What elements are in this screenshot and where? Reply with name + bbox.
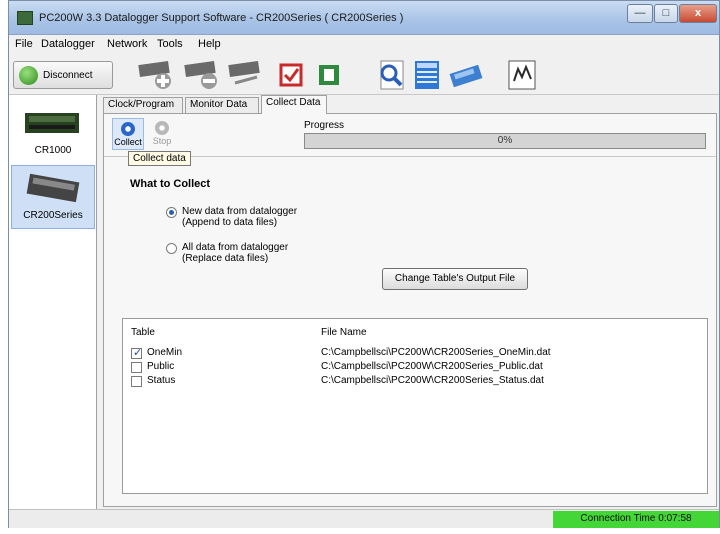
option-new-data-label: New data from datalogger — [182, 206, 298, 217]
menu-datalogger[interactable]: Datalogger — [41, 38, 95, 50]
what-to-collect-heading: What to Collect — [130, 178, 211, 190]
filename-header: File Name — [321, 327, 367, 338]
card-convert-icon[interactable] — [447, 59, 487, 91]
delete-datalogger-icon[interactable] — [183, 59, 223, 91]
collect-data-panel: Collect Stop Collect data Progress 0% Wh… — [103, 113, 717, 507]
split-report-icon[interactable] — [411, 59, 443, 91]
table-filename: C:\Campbellsci\PC200W\CR200Series_Status… — [321, 375, 544, 386]
disconnect-label: Disconnect — [43, 70, 93, 81]
table-checkbox[interactable] — [131, 346, 142, 359]
menu-bar: File Datalogger Network Tools Help — [9, 35, 719, 55]
table-filename: C:\Campbellsci\PC200W\CR200Series_OneMin… — [321, 347, 551, 358]
table-row[interactable]: Public C:\Campbellsci\PC200W\CR200Series… — [123, 361, 707, 375]
stop-label: Stop — [152, 136, 172, 146]
edit-datalogger-icon[interactable] — [227, 59, 267, 91]
window-title: PC200W 3.3 Datalogger Support Software -… — [39, 12, 404, 24]
disconnect-button[interactable]: Disconnect — [13, 61, 113, 89]
menu-help[interactable]: Help — [198, 38, 221, 50]
option-new-data-sublabel: (Append to data files) — [182, 217, 278, 228]
divider — [104, 156, 716, 157]
change-output-file-button[interactable]: Change Table's Output File — [382, 268, 528, 290]
station-label: CR200Series — [23, 210, 83, 221]
option-all-data-label: All data from datalogger — [182, 242, 289, 253]
table-filename: C:\Campbellsci\PC200W\CR200Series_Public… — [321, 361, 543, 372]
toolbar: Disconnect — [9, 55, 719, 95]
collect-label: Collect — [114, 137, 142, 147]
progress-label: Progress — [304, 120, 345, 131]
radio-new-data[interactable] — [166, 207, 177, 218]
datalogger-cr1000-icon — [25, 113, 79, 133]
progress-percent: 0% — [497, 135, 513, 146]
table-row[interactable]: OneMin C:\Campbellsci\PC200W\CR200Series… — [123, 346, 707, 361]
collect-button[interactable]: Collect — [112, 118, 144, 150]
add-datalogger-icon[interactable] — [137, 59, 177, 91]
collect-icon — [121, 122, 135, 136]
connection-time: Connection Time 0:07:58 — [553, 511, 719, 528]
checklist-icon[interactable] — [277, 59, 307, 91]
maximize-button[interactable]: □ — [654, 4, 678, 23]
radio-all-data[interactable] — [166, 243, 177, 254]
app-icon — [17, 11, 33, 25]
option-all-data-sublabel: (Replace data files) — [182, 253, 269, 264]
table-name: Public — [147, 361, 175, 372]
table-checkbox[interactable] — [131, 362, 142, 373]
datalogger-cr200-icon — [26, 173, 80, 202]
menu-network[interactable]: Network — [107, 38, 147, 50]
tab-collect-data[interactable]: Collect Data — [261, 95, 327, 114]
minimize-button[interactable]: — — [627, 4, 653, 23]
stop-button[interactable]: Stop — [146, 118, 178, 150]
view-data-icon[interactable] — [375, 59, 409, 91]
tab-clock-program[interactable]: Clock/Program — [103, 97, 183, 113]
stop-icon — [155, 121, 169, 135]
tables-list: Table File Name OneMin C:\Campbellsci\PC… — [122, 318, 708, 494]
app-window: PC200W 3.3 Datalogger Support Software -… — [8, 0, 720, 528]
short-cut-icon[interactable] — [505, 59, 539, 91]
station-list: CR1000 CR200Series — [9, 95, 97, 509]
menu-tools[interactable]: Tools — [157, 38, 183, 50]
tab-monitor-data[interactable]: Monitor Data — [185, 97, 259, 113]
table-row[interactable]: Status C:\Campbellsci\PC200W\CR200Series… — [123, 375, 707, 389]
table-name: OneMin — [147, 347, 183, 358]
table-checkbox[interactable] — [131, 376, 142, 387]
station-cr1000[interactable]: CR1000 — [11, 101, 95, 165]
connection-icon — [19, 66, 38, 85]
progress-bar: 0% — [304, 133, 706, 149]
close-button[interactable]: x — [679, 4, 717, 23]
table-header: Table — [131, 327, 155, 338]
menu-file[interactable]: File — [15, 38, 33, 50]
table-name: Status — [147, 375, 176, 386]
station-label: CR1000 — [34, 145, 72, 156]
main-content: Clock/Program Monitor Data Collect Data … — [99, 95, 719, 509]
station-cr200series[interactable]: CR200Series — [11, 165, 95, 229]
program-icon[interactable] — [315, 59, 345, 91]
title-bar: PC200W 3.3 Datalogger Support Software -… — [9, 1, 719, 35]
collect-tooltip: Collect data — [128, 151, 191, 166]
status-bar: Connection Time 0:07:58 — [9, 509, 719, 528]
